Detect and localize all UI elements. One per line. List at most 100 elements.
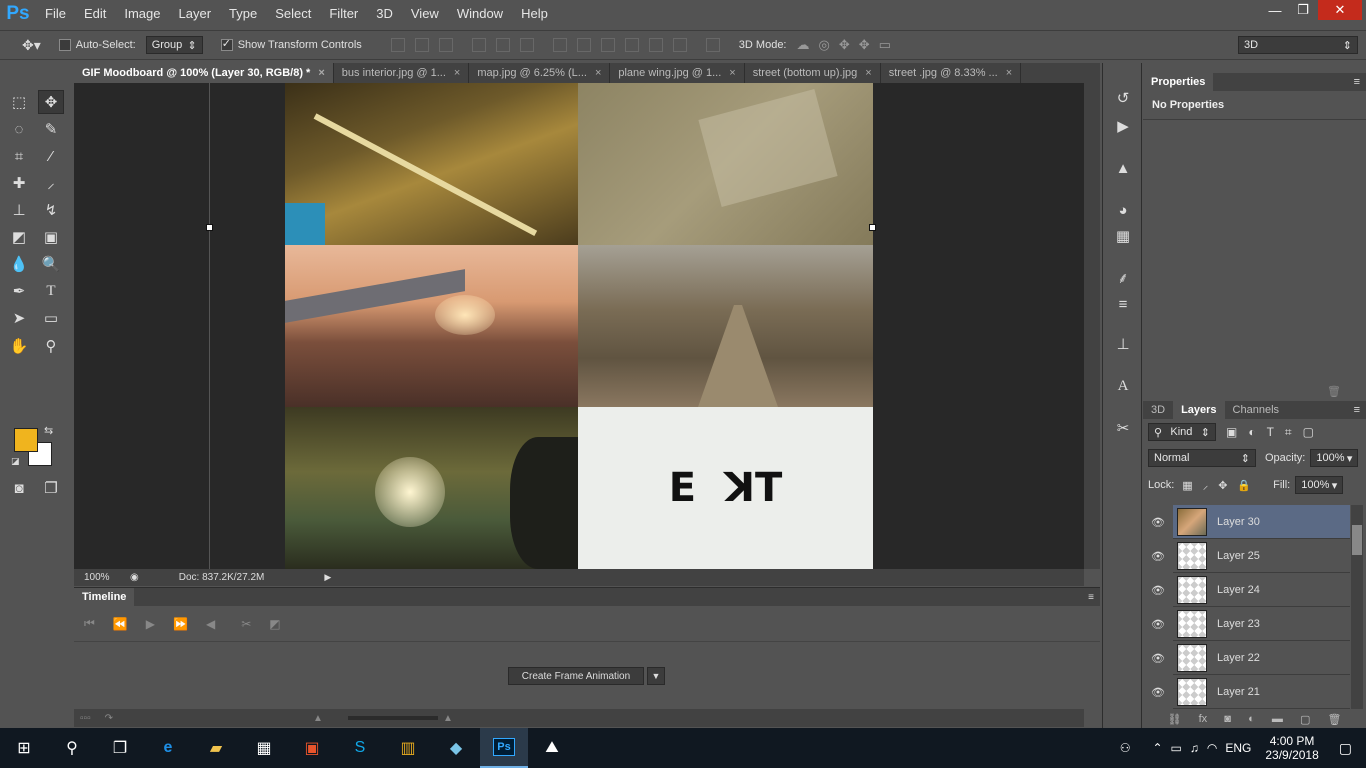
canvas-area[interactable]: E ꓘT [74, 83, 1084, 569]
layers-scrollbar[interactable] [1351, 505, 1363, 709]
show-transform-checkbox[interactable]: Show Transform Controls [220, 37, 362, 51]
zoom-level[interactable]: 100% [84, 572, 124, 583]
move-tool-icon[interactable]: ✥ [38, 90, 64, 114]
language-indicator[interactable]: ENG [1225, 741, 1251, 755]
skype-icon[interactable]: S [336, 728, 384, 768]
close-button[interactable]: ✕ [1318, 0, 1362, 20]
tab-layers[interactable]: Layers [1173, 401, 1225, 419]
transition-icon[interactable]: ◩ [269, 617, 280, 631]
tab-street[interactable]: street .jpg @ 8.33% ... × [881, 63, 1022, 83]
new-layer-icon[interactable]: ▢ [1300, 713, 1310, 726]
people-icon[interactable]: ⚇ [1120, 741, 1131, 755]
visibility-eye-icon[interactable]: 👁 [1143, 641, 1173, 675]
battery-icon[interactable]: ▭ [1171, 741, 1182, 755]
visibility-eye-icon[interactable]: 👁 [1143, 505, 1173, 539]
blend-mode-select[interactable]: Normal ⇕ [1148, 449, 1256, 467]
brush-settings-icon[interactable]: ≡ [1111, 293, 1135, 315]
layer-row-30[interactable]: Layer 30 [1173, 505, 1350, 539]
tab-channels[interactable]: Channels [1225, 401, 1287, 419]
wifi-icon[interactable]: ◠ [1207, 741, 1217, 755]
opacity-field[interactable]: 100% ▾ [1310, 449, 1359, 467]
layer-row-23[interactable]: Layer 23 [1173, 607, 1350, 641]
menu-3d[interactable]: 3D [367, 0, 402, 28]
close-tab-icon[interactable]: × [595, 67, 601, 79]
rectangle-tool-icon[interactable]: ▭ [38, 306, 64, 330]
frames-icon[interactable]: ▫▫▫ [80, 713, 91, 724]
dodge-tool-icon[interactable]: 🔍 [38, 252, 64, 276]
file-explorer-icon[interactable]: ▰ [192, 728, 240, 768]
prev-frame-icon[interactable]: ⏪ [113, 617, 128, 631]
close-tab-icon[interactable]: × [454, 67, 460, 79]
trash-icon[interactable]: 🗑 [1327, 385, 1341, 398]
photoshop-taskbar-icon[interactable]: Ps [480, 728, 528, 768]
histogram-icon[interactable]: ▲ [1111, 157, 1135, 179]
default-colors-icon[interactable]: ◪ [11, 456, 20, 467]
menu-file[interactable]: File [36, 0, 75, 28]
screen-mode-icon[interactable]: ❐ [38, 476, 64, 500]
distribute-right-icon[interactable] [672, 38, 687, 52]
swatches-icon[interactable]: ▦ [1111, 225, 1135, 247]
visibility-eye-icon[interactable]: 👁 [1143, 539, 1173, 573]
align-bottom-icon[interactable] [438, 38, 453, 52]
menu-select[interactable]: Select [266, 0, 320, 28]
path-select-tool-icon[interactable]: ➤ [6, 306, 32, 330]
gradient-tool-icon[interactable]: ▣ [38, 225, 64, 249]
clone-source-icon[interactable]: ⊥ [1111, 333, 1135, 355]
type-tool-icon[interactable]: T [38, 279, 64, 303]
panel-menu-icon[interactable]: ≡ [1088, 592, 1094, 603]
restore-button[interactable]: ❐ [1284, 0, 1322, 20]
blur-tool-icon[interactable]: 💧 [6, 252, 32, 276]
move-tool-preset-icon[interactable]: ✥▾ [22, 37, 41, 54]
edge-browser-icon[interactable]: e [144, 728, 192, 768]
next-frame-icon[interactable]: ⏩ [173, 617, 188, 631]
zoom-tool-icon[interactable]: ⚲ [38, 334, 64, 358]
filter-type-icons[interactable]: ▣◐T⌗▢ [1226, 425, 1325, 440]
add-mask-icon[interactable]: ◙ [1224, 713, 1231, 725]
lock-icons[interactable]: ▦⸝✥🔒 [1182, 478, 1261, 493]
workspace-select[interactable]: 3D ⇕ [1238, 36, 1358, 54]
audio-icon[interactable]: ◀ [206, 617, 215, 631]
new-group-icon[interactable]: ▬ [1272, 713, 1283, 725]
panel-menu-icon[interactable]: ≡ [1354, 76, 1360, 88]
layer-row-21[interactable]: Layer 21 [1173, 675, 1350, 709]
color-icon[interactable]: ◕ [1111, 199, 1135, 221]
status-menu-arrow-icon[interactable]: ▶ [324, 572, 331, 583]
distribute-left-icon[interactable] [624, 38, 639, 52]
windows-start-icon[interactable]: ⊞ [0, 728, 48, 768]
fx-icon[interactable]: fx [1199, 713, 1208, 725]
first-frame-icon[interactable]: ⏮ [84, 616, 95, 631]
volume-icon[interactable]: ♫ [1190, 741, 1199, 755]
clone-stamp-tool-icon[interactable]: ⊥ [6, 198, 32, 222]
tab-properties[interactable]: Properties [1143, 73, 1214, 91]
panel-menu-icon[interactable]: ≡ [1354, 404, 1360, 416]
play-icon[interactable]: ▶ [146, 617, 155, 631]
search-icon[interactable]: ⚲ [48, 728, 96, 768]
visibility-eye-icon[interactable]: 👁 [1143, 607, 1173, 641]
distribute-hcenter-icon[interactable] [648, 38, 663, 52]
close-tab-icon[interactable]: × [318, 67, 324, 79]
scrollbar-thumb[interactable] [1352, 525, 1362, 555]
tab-timeline[interactable]: Timeline [74, 588, 135, 606]
create-frame-animation-button[interactable]: Create Frame Animation [508, 667, 644, 685]
menu-help[interactable]: Help [512, 0, 557, 28]
auto-select-checkbox[interactable]: Auto-Select: [58, 39, 136, 51]
menu-edit[interactable]: Edit [75, 0, 115, 28]
menu-view[interactable]: View [402, 0, 448, 28]
lasso-tool-icon[interactable]: ◌ [6, 117, 32, 141]
3d-mode-icons[interactable]: ☁◎✥✥▭ [797, 37, 900, 53]
photos-app-icon[interactable]: ▣ [288, 728, 336, 768]
clock[interactable]: 4:00 PM 23/9/2018 [1265, 734, 1318, 762]
eraser-tool-icon[interactable]: ◩ [6, 225, 32, 249]
menu-window[interactable]: Window [448, 0, 512, 28]
brush-tool-icon[interactable]: ⸝ [38, 171, 64, 195]
close-tab-icon[interactable]: × [1006, 67, 1012, 79]
tab-gif-moodboard[interactable]: GIF Moodboard @ 100% (Layer 30, RGB/8) *… [74, 63, 334, 83]
tab-map[interactable]: map.jpg @ 6.25% (L... × [469, 63, 611, 83]
tab-bus-interior[interactable]: bus interior.jpg @ 1... × [334, 63, 470, 83]
filter-kind-select[interactable]: ⚲ Kind ⇕ [1148, 423, 1216, 441]
character-icon[interactable]: A [1111, 375, 1135, 397]
archive-app-icon[interactable]: ▥ [384, 728, 432, 768]
transform-handle-left[interactable] [206, 224, 213, 231]
adjustment-layer-icon[interactable]: ◐ [1248, 713, 1255, 725]
tab-street-bottom-up[interactable]: street (bottom up).jpg × [745, 63, 881, 83]
